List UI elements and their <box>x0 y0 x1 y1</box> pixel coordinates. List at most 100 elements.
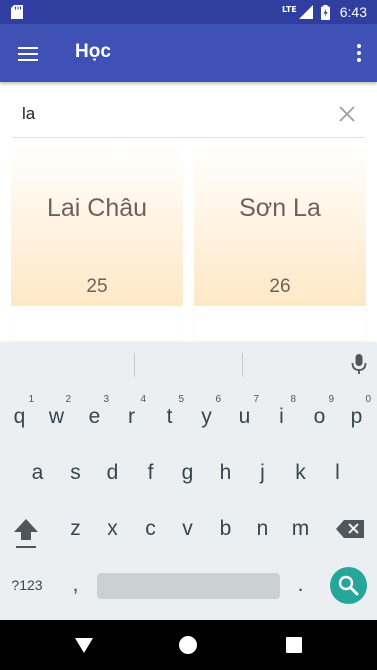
key-label: h <box>219 461 232 484</box>
symbols-key[interactable]: ?123 <box>4 565 50 605</box>
status-time: 6:43 <box>339 4 367 20</box>
key-label: x <box>107 517 118 540</box>
search-action-key[interactable] <box>330 567 367 604</box>
key-label: k <box>295 461 306 484</box>
key-label: g <box>181 461 194 484</box>
suggestion-divider <box>242 353 243 377</box>
key-label: p <box>350 405 363 428</box>
menu-icon[interactable] <box>18 43 40 63</box>
result-card[interactable]: Sơn La 26 <box>194 144 366 306</box>
key-l[interactable]: l <box>319 451 356 493</box>
key-d[interactable]: d <box>94 451 131 493</box>
comma-key[interactable]: , <box>57 565 94 605</box>
key-hint: 0 <box>365 394 371 405</box>
key-r[interactable]: 4r <box>113 391 150 436</box>
suggestion-divider <box>134 353 135 377</box>
key-hint: 9 <box>328 394 334 405</box>
close-icon[interactable] <box>337 104 357 124</box>
card-title: Sơn La <box>239 194 321 222</box>
key-label: q <box>13 405 26 428</box>
key-p[interactable]: 0p <box>338 391 375 436</box>
suggestion-strip <box>0 343 377 385</box>
more-vert-icon[interactable] <box>355 43 363 63</box>
key-label: i <box>279 405 284 428</box>
result-card[interactable]: Lai Châu 25 <box>11 144 183 306</box>
backspace-icon[interactable] <box>336 520 364 538</box>
back-icon[interactable] <box>74 635 94 655</box>
key-label: u <box>238 405 251 428</box>
key-label: c <box>145 517 156 540</box>
key-m[interactable]: m <box>282 505 319 547</box>
key-label: w <box>48 405 65 428</box>
key-label: v <box>182 517 193 540</box>
key-label: e <box>88 405 101 428</box>
key-t[interactable]: 5t <box>151 391 188 436</box>
space-key[interactable] <box>97 573 280 599</box>
key-hint: 2 <box>65 394 71 405</box>
soft-keyboard: 1q 2w 3e 4r 5t 6y 7u 8i 9o 0p a s d f g … <box>0 343 377 620</box>
app-bar: Học <box>0 24 377 82</box>
key-v[interactable]: v <box>169 505 206 547</box>
search-icon <box>338 575 359 596</box>
signal-icon <box>298 5 313 19</box>
key-label: r <box>128 405 135 428</box>
microphone-icon[interactable] <box>351 353 367 375</box>
key-label: t <box>166 405 173 428</box>
key-w[interactable]: 2w <box>38 391 75 436</box>
key-i[interactable]: 8i <box>263 391 300 436</box>
search-bar <box>12 90 365 138</box>
period-key[interactable]: . <box>282 565 319 605</box>
key-label: . <box>297 573 304 596</box>
key-label: z <box>70 517 81 540</box>
result-card-partial[interactable] <box>11 316 183 340</box>
recents-icon[interactable] <box>284 635 304 655</box>
card-title: Lai Châu <box>46 194 148 222</box>
key-label: ?123 <box>11 577 43 593</box>
key-n[interactable]: n <box>244 505 281 547</box>
key-hint: 6 <box>215 394 221 405</box>
key-z[interactable]: z <box>57 505 94 547</box>
key-hint: 3 <box>103 394 109 405</box>
key-b[interactable]: b <box>207 505 244 547</box>
key-label: s <box>70 461 81 484</box>
battery-charging-icon <box>320 4 330 20</box>
key-a[interactable]: a <box>19 451 56 493</box>
key-q[interactable]: 1q <box>1 391 38 436</box>
key-o[interactable]: 9o <box>301 391 338 436</box>
key-label: b <box>219 517 232 540</box>
key-label: d <box>106 461 119 484</box>
card-number: 26 <box>269 276 291 297</box>
key-u[interactable]: 7u <box>226 391 263 436</box>
key-label: y <box>201 405 212 428</box>
key-c[interactable]: c <box>132 505 169 547</box>
key-h[interactable]: h <box>207 451 244 493</box>
key-hint: 4 <box>140 394 146 405</box>
key-k[interactable]: k <box>282 451 319 493</box>
key-label: l <box>335 461 340 484</box>
network-type: LTE <box>282 5 297 14</box>
status-bar: LTE 6:43 <box>0 0 377 24</box>
key-g[interactable]: g <box>169 451 206 493</box>
sd-card-icon <box>11 5 23 19</box>
key-label: , <box>72 573 79 596</box>
key-e[interactable]: 3e <box>76 391 113 436</box>
search-input[interactable] <box>22 101 312 127</box>
key-hint: 1 <box>28 394 34 405</box>
shift-icon[interactable] <box>12 517 40 551</box>
page-title: Học <box>75 41 111 62</box>
key-hint: 5 <box>178 394 184 405</box>
key-hint: 7 <box>253 394 259 405</box>
home-icon[interactable] <box>178 635 198 655</box>
key-s[interactable]: s <box>57 451 94 493</box>
card-number: 25 <box>86 276 108 297</box>
key-label: o <box>313 405 326 428</box>
key-f[interactable]: f <box>132 451 169 493</box>
key-label: f <box>147 461 154 484</box>
key-x[interactable]: x <box>94 505 131 547</box>
key-label: n <box>256 517 269 540</box>
navigation-bar <box>0 620 377 670</box>
key-j[interactable]: j <box>244 451 281 493</box>
key-label: j <box>260 461 265 484</box>
key-y[interactable]: 6y <box>188 391 225 436</box>
result-card-partial[interactable] <box>194 316 366 340</box>
